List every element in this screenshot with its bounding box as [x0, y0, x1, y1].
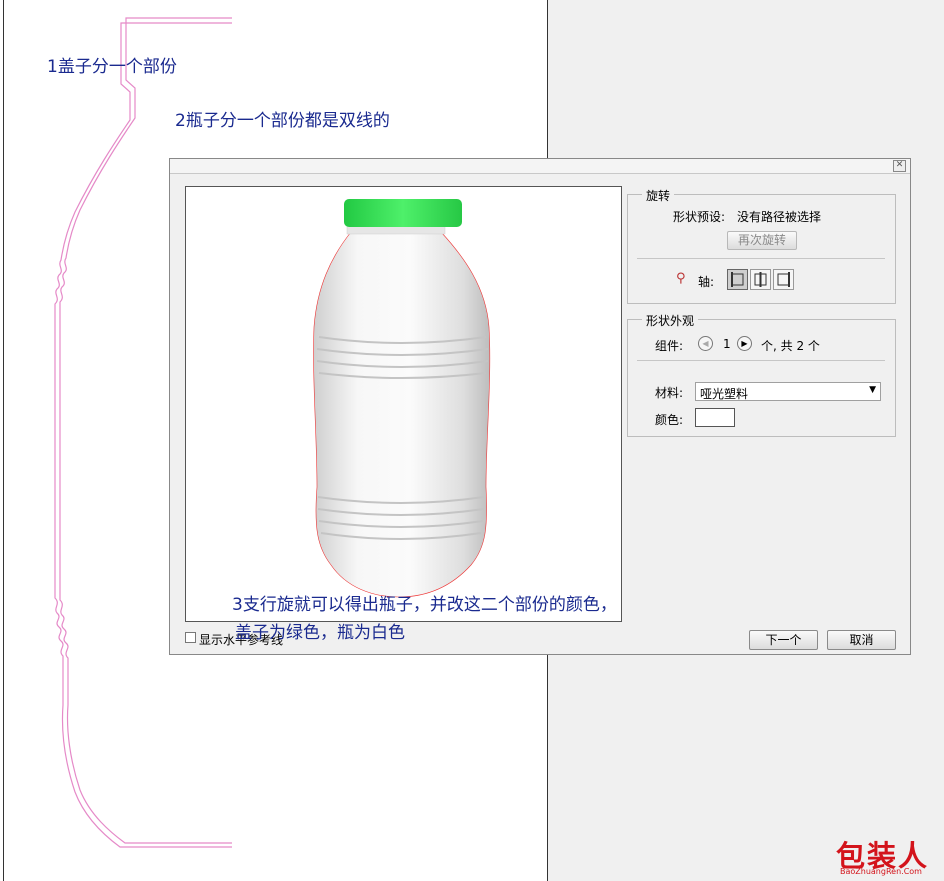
material-value: 哑光塑料: [700, 387, 749, 401]
annotation-note-3-line-1: 3支行旋就可以得出瓶子，并改这二个部份的颜色，: [232, 595, 617, 615]
component-next-button[interactable]: ▶: [737, 336, 752, 351]
axis-left-button[interactable]: [727, 269, 748, 290]
component-index: 1: [723, 337, 731, 351]
annotation-note-1: 1盖子分一个部份: [47, 57, 177, 77]
close-icon[interactable]: ✕: [893, 160, 906, 172]
cancel-button[interactable]: 取消: [827, 630, 896, 650]
material-label: 材料:: [655, 386, 684, 400]
annotation-note-3-line-2: 盖子为绿色，瓶为白色: [235, 623, 405, 643]
rotate-group-title: 旋转: [642, 187, 675, 204]
axis-center-button[interactable]: [750, 269, 771, 290]
rotate-separator: [637, 258, 885, 259]
annotation-note-2: 2瓶子分一个部份都是双线的: [175, 111, 390, 131]
preset-value: 没有路径被选择: [737, 210, 822, 224]
appearance-separator: [637, 360, 885, 361]
next-button[interactable]: 下一个: [749, 630, 818, 650]
preset-label: 形状预设:: [673, 210, 726, 224]
appearance-group: 形状外观 组件: ◀ 1 ▶ 个, 共 2 个 材料: 哑光塑料 ▼ 颜色:: [627, 312, 896, 437]
show-guides-checkbox[interactable]: [185, 632, 196, 643]
component-prev-button[interactable]: ◀: [698, 336, 713, 351]
rotate-group: 旋转 形状预设: 没有路径被选择 再次旋转 ⚲ 轴:: [627, 187, 896, 304]
appearance-group-title: 形状外观: [642, 312, 699, 329]
color-swatch[interactable]: [695, 408, 735, 427]
color-label: 颜色:: [655, 413, 684, 427]
axis-icon: ⚲: [676, 271, 686, 286]
component-label: 组件:: [655, 339, 684, 353]
dialog-titlebar[interactable]: ✕: [170, 159, 910, 174]
component-total: 个, 共 2 个: [761, 339, 820, 353]
material-select[interactable]: 哑光塑料 ▼: [695, 382, 881, 401]
chevron-down-icon[interactable]: ▼: [869, 385, 876, 395]
bottle-render: [313, 199, 491, 598]
rerotate-button[interactable]: 再次旋转: [727, 231, 797, 250]
revolve-dialog: ✕ 旋转 形状预设: 没有路径被选择 再次旋转 ⚲ 轴: 形状外观 组件: ◀ …: [169, 158, 911, 655]
axis-label: 轴:: [698, 275, 715, 289]
axis-right-button[interactable]: [773, 269, 794, 290]
watermark-url: BaoZhuangRen.Com: [840, 867, 922, 876]
preview-pane[interactable]: [185, 186, 622, 622]
